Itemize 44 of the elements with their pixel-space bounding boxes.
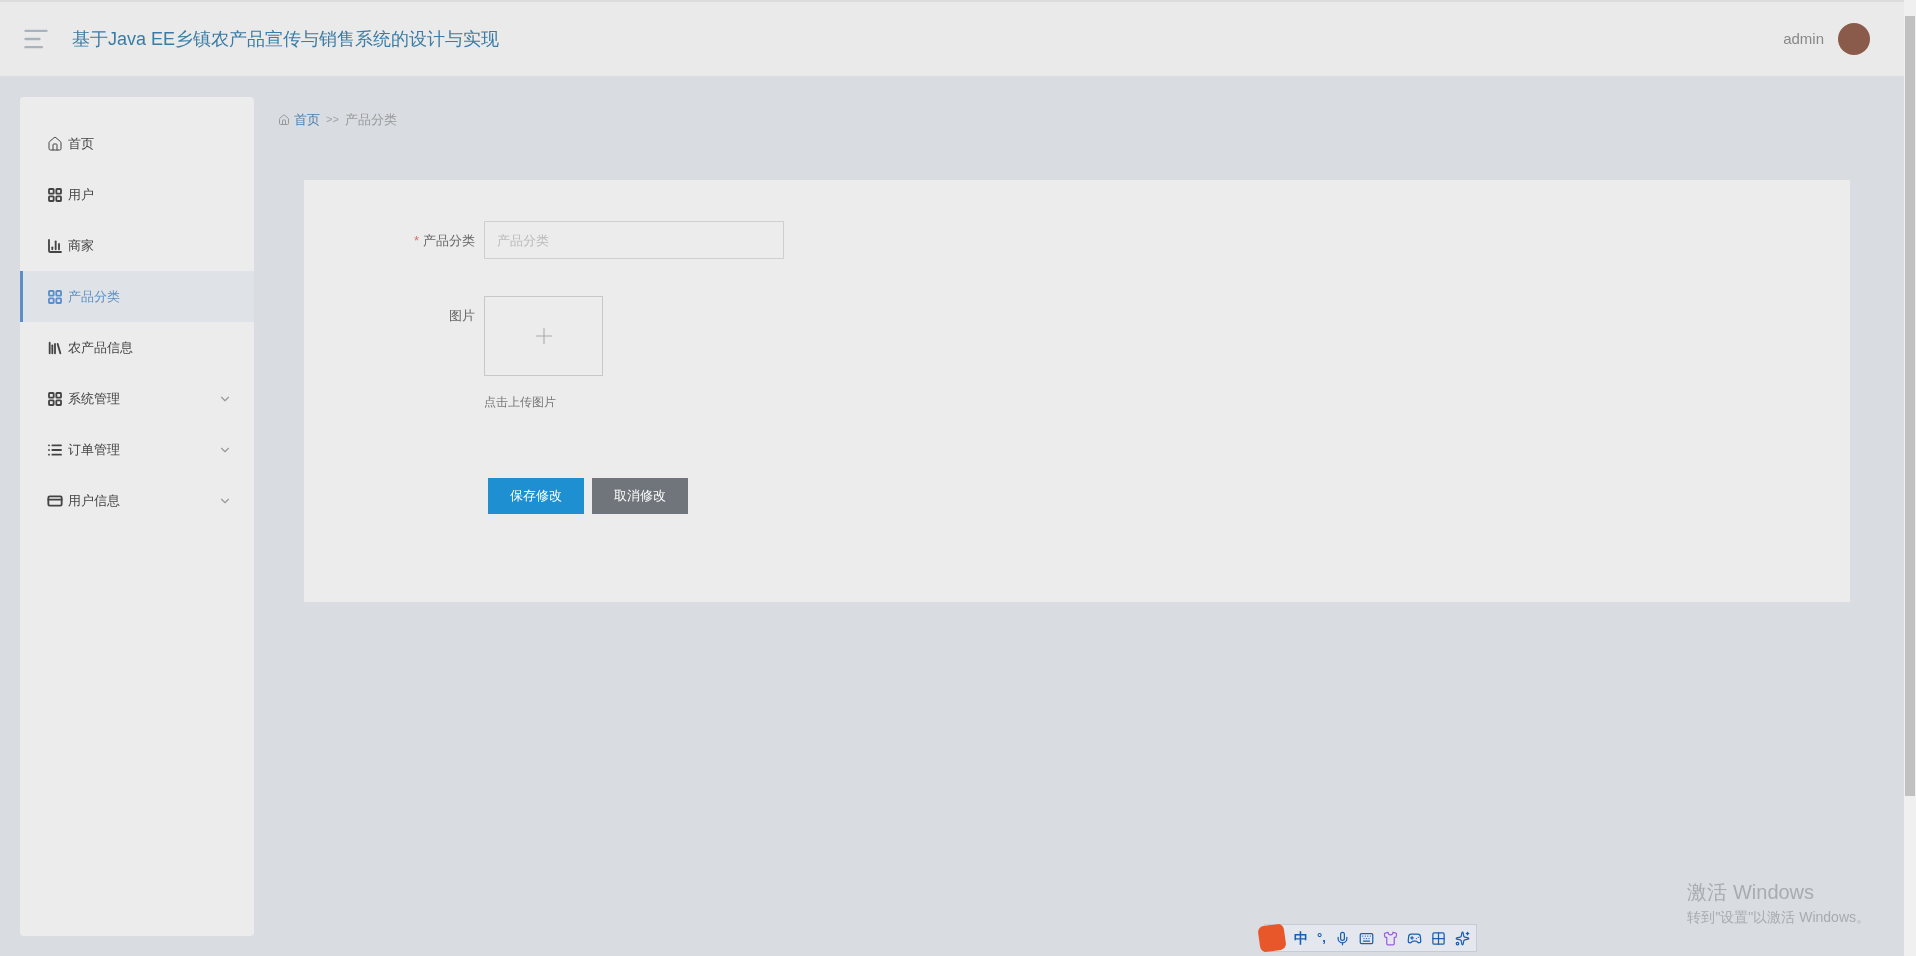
sparkle-icon[interactable] (1454, 930, 1470, 946)
home-icon (278, 113, 290, 126)
sidebar-label: 用户信息 (68, 491, 121, 510)
sidebar-label: 首页 (68, 134, 95, 153)
ime-mode[interactable]: 中 (1294, 927, 1308, 949)
sidebar-label: 产品分类 (68, 287, 121, 306)
field-label: 产品分类 (423, 232, 475, 250)
grid-icon (47, 288, 63, 305)
breadcrumb-current: 产品分类 (344, 110, 397, 129)
sidebar-item[interactable]: 农产品信息 (20, 322, 254, 373)
bar-chart-icon (47, 237, 63, 254)
keyboard-icon[interactable] (1358, 930, 1374, 946)
shirt-icon[interactable] (1382, 930, 1398, 946)
ime-logo-icon[interactable] (1257, 923, 1287, 953)
grid-icon[interactable] (1430, 930, 1446, 946)
save-button[interactable]: 保存修改 (488, 478, 584, 514)
sidebar-label: 用户 (68, 185, 95, 204)
list-icon (47, 441, 63, 458)
sidebar-item[interactable]: 首页 (20, 118, 254, 169)
sidebar-item[interactable]: 用户信息 (20, 475, 254, 526)
required-mark: * (413, 232, 419, 250)
avatar[interactable] (1838, 23, 1870, 55)
sidebar-label: 商家 (68, 236, 95, 255)
books-icon (47, 339, 63, 356)
cancel-button[interactable]: 取消修改 (592, 478, 688, 514)
upload-hint: 点击上传图片 (484, 394, 557, 411)
sidebar-item[interactable]: 订单管理 (20, 424, 254, 475)
microphone-icon[interactable] (1334, 930, 1350, 946)
sidebar-item[interactable]: 系统管理 (20, 373, 254, 424)
field-label: 图片 (449, 307, 475, 325)
sidebar-item[interactable]: 用户 (20, 169, 254, 220)
breadcrumb-separator: >> (326, 112, 339, 128)
home-icon (47, 135, 63, 152)
sidebar-label: 农产品信息 (68, 338, 134, 357)
grid-icon (47, 390, 63, 407)
ime-punctuation[interactable]: °, (1317, 928, 1326, 948)
grid-icon (47, 186, 63, 203)
sidebar-label: 系统管理 (68, 389, 121, 408)
gamepad-icon[interactable] (1406, 930, 1422, 946)
card-icon (47, 492, 63, 509)
scrollbar[interactable] (1904, 0, 1916, 956)
sidebar-label: 订单管理 (68, 440, 121, 459)
app-title: 基于Java EE乡镇农产品宣传与销售系统的设计与实现 (72, 27, 501, 51)
sidebar-item[interactable]: 商家 (20, 220, 254, 271)
